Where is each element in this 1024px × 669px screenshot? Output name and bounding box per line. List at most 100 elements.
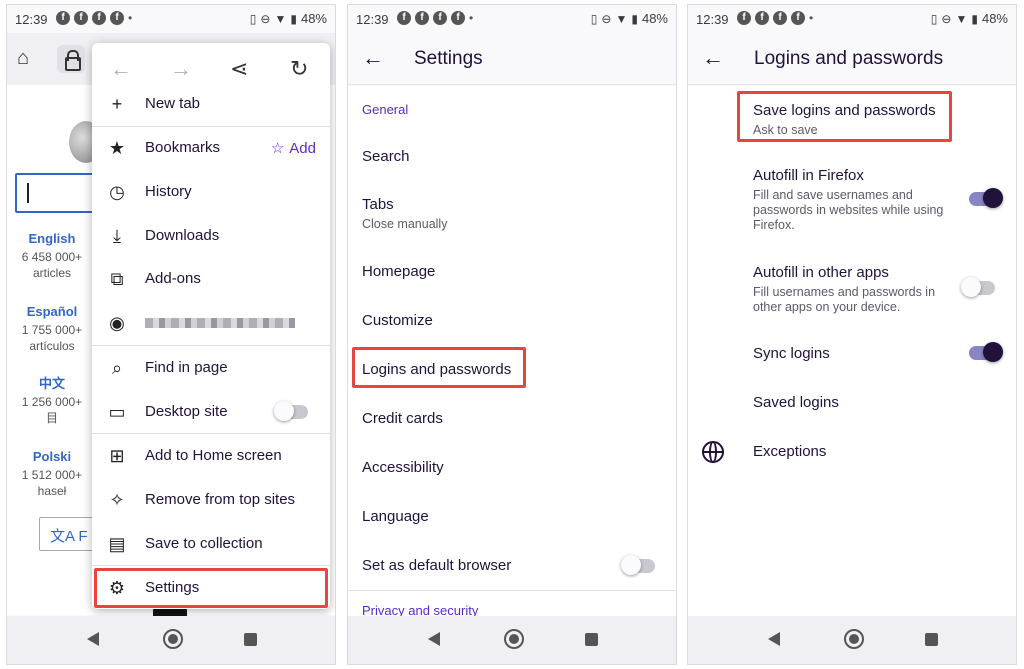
menu-item-add-to-home-screen[interactable]: ⊞ Add to Home screen — [92, 434, 330, 478]
autofill-other-apps-toggle[interactable] — [961, 277, 995, 297]
logins-item-sync-logins[interactable]: Sync logins — [753, 345, 948, 362]
menu-item-history[interactable]: ◷ History — [92, 170, 330, 214]
highlight-box-save-logins — [737, 91, 952, 142]
battery-percent: 48% — [641, 11, 668, 26]
battery-percent: 48% — [981, 11, 1008, 26]
menu-item-downloads[interactable]: ⤓ Downloads — [92, 214, 330, 258]
android-nav-bar — [7, 616, 335, 664]
forward-arrow-icon[interactable]: → — [170, 56, 192, 82]
language-link-chinese[interactable]: 中文 1 256 000+ 目 — [17, 376, 87, 426]
menu-item-label: New tab — [145, 95, 201, 112]
notification-icons: f f f f • — [737, 11, 813, 25]
language-unit: articles — [32, 266, 71, 280]
nav-back-icon[interactable] — [87, 632, 99, 646]
language-link-english[interactable]: English 6 458 000+ articles — [17, 231, 87, 281]
language-link-polski[interactable]: Polski 1 512 000+ haseł — [17, 449, 87, 499]
settings-item-tabs[interactable]: Tabs Close manually — [362, 196, 447, 232]
menu-item-desktop-site[interactable]: ▭ Desktop site — [92, 390, 330, 434]
home-icon[interactable]: ⌂ — [17, 47, 29, 70]
status-bar: 12:39 f f f f • ▯ ⊖ ▼ ▮ 48% — [7, 5, 335, 33]
globe-icon — [702, 441, 724, 463]
language-count: 1 755 000+ — [21, 323, 83, 337]
desktop-site-toggle[interactable] — [274, 401, 308, 421]
nav-home-icon[interactable] — [163, 629, 183, 649]
download-icon: ⤓ — [113, 226, 121, 246]
sync-logins-toggle[interactable] — [969, 342, 1003, 362]
language-link-espanol[interactable]: Español 1 755 000+ artículos — [17, 304, 87, 354]
menu-item-label: Add-ons — [145, 270, 201, 287]
back-arrow-icon[interactable]: ← — [362, 45, 384, 71]
language-count: 6 458 000+ — [21, 250, 83, 264]
nav-back-icon[interactable] — [768, 632, 780, 646]
settings-item-label: Credit cards — [362, 410, 443, 427]
notification-icons: f f f f • — [397, 11, 473, 25]
menu-item-label: Downloads — [145, 227, 220, 244]
account-icon: ◉ — [109, 313, 125, 333]
language-count: 1 512 000+ — [21, 468, 83, 482]
blurred-account-email — [145, 318, 295, 328]
autofill-firefox-toggle[interactable] — [969, 188, 1003, 208]
nav-home-icon[interactable] — [844, 629, 864, 649]
lock-icon[interactable] — [57, 45, 85, 73]
logins-item-sublabel: Fill and save usernames and passwords in… — [753, 188, 944, 232]
search-icon: ⌕ — [111, 358, 123, 378]
status-bar: 12:39 f f f f • ▯ ⊖ ▼ ▮ 48% — [688, 5, 1016, 33]
menu-item-label: Bookmarks — [145, 139, 221, 156]
settings-item-search[interactable]: Search — [362, 148, 410, 165]
puzzle-icon: ⧉ — [110, 269, 124, 289]
settings-item-label: Set as default browser — [362, 557, 512, 574]
reload-icon[interactable]: ↻ — [290, 56, 308, 82]
settings-item-accessibility[interactable]: Accessibility — [362, 459, 444, 476]
section-divider — [348, 590, 676, 591]
menu-item-bookmarks[interactable]: ★ Bookmarks ☆ Add — [92, 126, 330, 170]
share-icon[interactable]: ⋖ — [230, 56, 248, 82]
toggle-knob — [961, 277, 981, 297]
star-outline-icon: ☆ — [270, 140, 285, 157]
menu-item-account[interactable]: ◉ — [92, 301, 330, 345]
settings-item-default-browser[interactable]: Set as default browser — [362, 557, 511, 574]
nav-back-icon[interactable] — [428, 632, 440, 646]
status-time: 12:39 — [696, 12, 729, 27]
logins-item-autofill-other-apps[interactable]: Autofill in other apps Fill usernames an… — [753, 264, 948, 315]
settings-item-customize[interactable]: Customize — [362, 312, 433, 329]
status-time: 12:39 — [356, 12, 389, 27]
browser-menu: ← → ⋖ ↻ + New tab ★ Bookmarks ☆ Add ◷ His… — [92, 43, 330, 609]
settings-item-credit-cards[interactable]: Credit cards — [362, 410, 443, 427]
menu-item-remove-from-top-sites[interactable]: ✧ Remove from top sites — [92, 478, 330, 522]
settings-item-language[interactable]: Language — [362, 508, 429, 525]
menu-item-new-tab[interactable]: + New tab — [92, 82, 330, 126]
add-bookmark-button[interactable]: ☆ Add — [271, 139, 316, 157]
status-time: 12:39 — [15, 12, 48, 27]
facebook-icon: f — [433, 11, 447, 25]
nav-recents-icon[interactable] — [244, 633, 257, 646]
clock-icon: ◷ — [109, 182, 125, 202]
toggle-knob — [274, 401, 294, 421]
menu-item-add-ons[interactable]: ⧉ Add-ons — [92, 257, 330, 301]
menu-item-find-in-page[interactable]: ⌕ Find in page — [92, 346, 330, 390]
facebook-icon: f — [415, 11, 429, 25]
menu-item-save-to-collection[interactable]: ▤ Save to collection — [92, 522, 330, 566]
nav-home-icon[interactable] — [504, 629, 524, 649]
android-nav-bar — [348, 616, 676, 664]
phone-panel-settings: 12:39 f f f f • ▯ ⊖ ▼ ▮ 48% ← Settings G… — [347, 4, 677, 665]
logins-item-autofill-firefox[interactable]: Autofill in Firefox Fill and save userna… — [753, 167, 948, 233]
settings-item-homepage[interactable]: Homepage — [362, 263, 435, 280]
add-to-home-icon: ⊞ — [109, 446, 125, 466]
facebook-icon: f — [791, 11, 805, 25]
add-bookmark-label: Add — [289, 140, 316, 157]
default-browser-toggle[interactable] — [621, 555, 655, 575]
wifi-icon: ▼ — [274, 11, 287, 26]
battery-percent: 48% — [300, 11, 327, 26]
nav-recents-icon[interactable] — [585, 633, 598, 646]
back-arrow-icon[interactable]: ← — [110, 56, 132, 82]
language-name: Polski — [32, 449, 72, 464]
back-arrow-icon[interactable]: ← — [702, 45, 724, 71]
plus-icon: + — [111, 94, 123, 114]
logins-item-exceptions[interactable]: Exceptions — [753, 443, 948, 460]
nav-recents-icon[interactable] — [925, 633, 938, 646]
page-title: Logins and passwords — [754, 48, 944, 69]
logins-item-label: Saved logins — [753, 394, 839, 411]
language-unit: haseł — [37, 484, 67, 498]
facebook-icon: f — [451, 11, 465, 25]
logins-item-saved-logins[interactable]: Saved logins — [753, 394, 948, 411]
